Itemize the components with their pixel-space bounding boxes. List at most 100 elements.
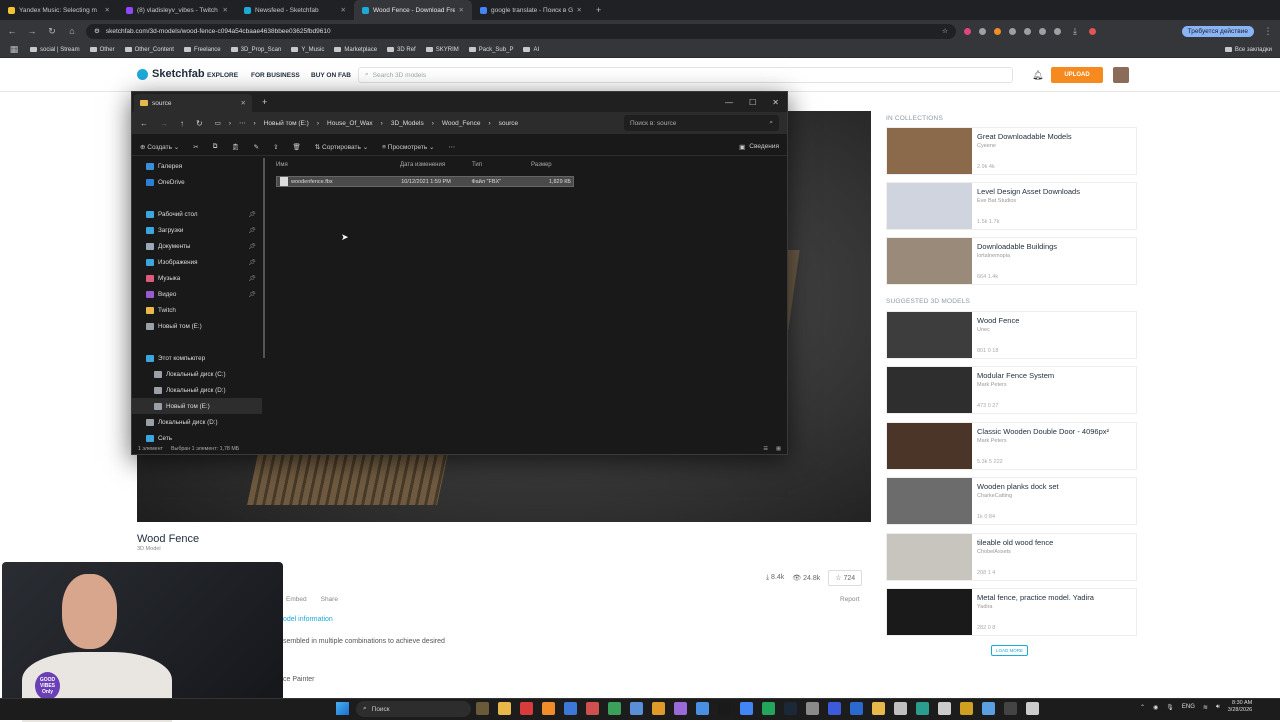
language-indicator[interactable]: ENG [1182,704,1195,710]
more-options-icon[interactable]: ⋯ [448,143,455,151]
taskbar-app-icon[interactable] [784,702,797,715]
bookmark-item[interactable]: Other_Content [124,47,174,53]
collection-card[interactable]: Great Downloadable Models Cyeene 2.9k 4k [886,127,1137,175]
bookmark-item[interactable]: Freelance [183,47,221,53]
maximize-icon[interactable]: ☐ [749,98,756,107]
close-icon[interactable]: ✕ [772,98,779,107]
nav-for-business[interactable]: FOR BUSINESS [251,72,300,79]
bookmark-star-icon[interactable]: ☆ [942,27,948,35]
extension-icon[interactable] [964,27,971,35]
browser-tab[interactable]: Wood Fence - Download Free ✕ [354,0,472,20]
nav-pane-item[interactable]: Локальный диск (D:) [132,414,262,430]
extension-icon[interactable] [1054,27,1061,35]
nav-pane-item[interactable]: Локальный диск (C:) [132,366,262,382]
search-input[interactable]: ⌕ Search 3D models [358,67,1013,83]
taskbar-app-icon[interactable] [718,702,731,715]
start-menu-icon[interactable] [336,702,349,715]
nav-pane-item[interactable]: Новый том (E:) [132,318,262,334]
back-icon[interactable]: ← [140,119,148,128]
share-button[interactable]: Share [321,596,338,603]
taskbar-app-icon[interactable] [476,702,489,715]
details-view-icon[interactable]: ☰ [763,446,768,452]
refresh-icon[interactable]: ↻ [196,119,203,128]
bookmark-item[interactable]: 3D_Prop_Scan [230,47,281,53]
minimize-icon[interactable]: — [725,98,733,107]
bookmark-item[interactable]: Marketplace [334,47,377,53]
breadcrumb-item[interactable]: source [499,120,519,127]
taskbar-app-icon[interactable] [674,702,687,715]
suggested-model-card[interactable]: Wood Fence Unec 801 0 18 [886,311,1137,359]
user-avatar[interactable] [1113,67,1129,83]
bookmark-item[interactable]: Other [89,47,115,53]
new-tab-icon[interactable]: + [262,97,267,107]
taskbar-app-icon[interactable] [872,702,885,715]
nav-explore[interactable]: EXPLORE [207,72,238,79]
view-button[interactable]: ≡ Просмотреть ⌄ [382,143,434,151]
browser-tab[interactable]: google translate - Поиск в Goo ✕ [472,0,590,20]
nav-pane-item[interactable]: Документы 📌︎ [132,238,262,254]
nav-pane-item[interactable]: Рабочий стол 📌︎ [132,206,262,222]
copy-icon[interactable]: ⧉ [213,143,218,151]
like-button[interactable]: ☆ 724 [828,570,863,586]
suggested-model-card[interactable]: Modular Fence System Mark Peters 473 0 27 [886,366,1137,415]
nav-pane-item[interactable]: Twitch [132,302,262,318]
breadcrumb-item[interactable]: House_Of_Wax [327,120,373,127]
collection-card[interactable]: Level Design Asset Downloads Eve Bat Stud… [886,182,1137,230]
reload-icon[interactable]: ↻ [46,26,58,37]
rename-icon[interactable]: ✎ [254,143,259,151]
nav-pane-item[interactable]: OneDrive [132,174,262,190]
cut-icon[interactable]: ✂ [193,143,198,151]
close-tab-icon[interactable]: ✕ [341,6,346,14]
menu-icon[interactable]: ⋮ [1262,26,1274,37]
column-name[interactable]: Имя [276,162,400,172]
extension-icon[interactable] [1039,27,1046,35]
browser-tab[interactable]: Yandex Music: Selecting m ✕ [0,0,118,20]
column-date[interactable]: Дата изменения [400,162,472,172]
tiles-view-icon[interactable]: ▦ [776,446,781,452]
volume-icon[interactable]: 🔊︎ [1216,704,1220,711]
explorer-tab[interactable]: source ✕ [134,94,252,112]
delete-icon[interactable]: 🗑︎ [293,143,301,151]
upload-button[interactable]: UPLOAD [1051,67,1103,83]
taskbar-app-icon[interactable] [564,702,577,715]
taskbar-app-icon[interactable] [1026,702,1039,715]
taskbar-app-icon[interactable] [982,702,995,715]
browser-tab[interactable]: (8) vladisleyv_vibes - Twitch ✕ [118,0,236,20]
suggested-model-card[interactable]: tileable old wood fence ChobelAssets 208 1… [886,532,1137,581]
taskbar-app-icon[interactable] [740,702,753,715]
close-tab-icon[interactable]: ✕ [223,6,228,14]
nav-pane-item[interactable]: Галерея [132,158,262,174]
browser-tab[interactable]: Newsfeed - Sketchfab ✕ [236,0,354,20]
share-icon[interactable]: ⇪ [273,143,278,151]
load-more-button[interactable]: LOAD MORE [991,645,1029,656]
bookmark-item[interactable]: 3D Ref [387,47,416,53]
new-tab-icon[interactable]: + [590,5,607,15]
address-breadcrumb[interactable]: ▭ › ⋯ › Новый том (E:) › House_Of_Wax › … [215,115,585,131]
create-button[interactable]: ⊕ Создать ⌄ [140,143,179,151]
nav-pane-item[interactable]: Загрузки 📌︎ [132,222,262,238]
downloads-icon[interactable]: ⤓ [1069,26,1081,37]
breadcrumb-item[interactable]: Новый том (E:) [264,120,309,127]
more-icon[interactable]: ⋯ [239,119,246,127]
forward-icon[interactable]: → [26,26,38,36]
taskbar-app-icon[interactable] [894,702,907,715]
nav-pane-item[interactable]: Изображения 📌︎ [132,254,262,270]
taskbar-app-icon[interactable] [960,702,973,715]
taskbar-app-icon[interactable] [938,702,951,715]
taskbar-search[interactable]: ⌕ Поиск [356,701,471,717]
close-tab-icon[interactable]: ✕ [241,99,246,107]
paste-icon[interactable]: 📋︎ [231,143,239,151]
extension-icon[interactable] [994,27,1001,35]
taskbar-app-icon[interactable] [630,702,643,715]
network-icon[interactable]: ◉ [1153,704,1158,711]
nav-buy-on-fab[interactable]: BUY ON FAB [311,72,351,79]
sketchfab-logo[interactable]: Sketchfab [137,68,205,80]
taskbar-app-icon[interactable] [652,702,665,715]
all-bookmarks-link[interactable]: Все закладки [1224,47,1272,53]
chevron-up-icon[interactable]: ⌃ [1140,704,1145,711]
nav-pane-item[interactable]: Локальный диск (D:) [132,382,262,398]
taskbar-app-icon[interactable] [586,702,599,715]
nav-pane-item[interactable]: Новый том (E:) [132,398,262,414]
suggested-model-card[interactable]: Wooden planks dock set CharkeCatting 1k 0 … [886,477,1137,526]
details-button[interactable]: ▣ Сведения [739,143,779,151]
